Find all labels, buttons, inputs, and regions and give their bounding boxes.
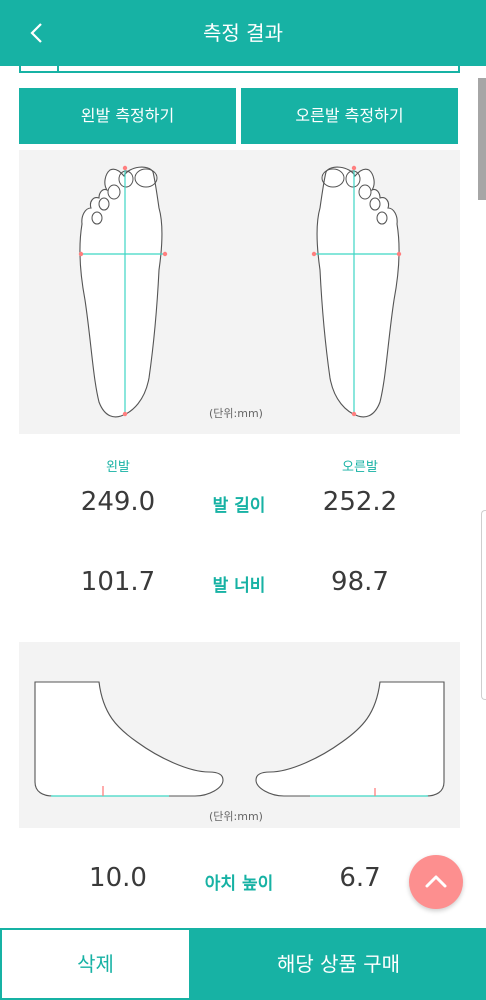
chevron-up-icon <box>425 875 447 888</box>
screen: 측정 결과 왼발 측정하기 오른발 측정하기 (단위:mm) 왼발 오른발 24… <box>0 0 486 1000</box>
side-unit-label: (단위:mm) <box>209 810 263 823</box>
foot-sole-diagram: (단위:mm) <box>19 150 460 434</box>
side-handle[interactable] <box>481 510 486 700</box>
previous-content-box <box>19 60 460 73</box>
right-foot-label: 오른발 <box>342 460 378 475</box>
scroll-to-top-button[interactable] <box>409 855 463 909</box>
left-foot-width-value: 101.7 <box>80 567 156 597</box>
right-foot-width-value: 98.7 <box>331 567 389 597</box>
right-foot-length-value: 252.2 <box>322 487 398 517</box>
measure-left-foot-button[interactable]: 왼발 측정하기 <box>19 88 236 144</box>
chevron-left-icon <box>30 23 42 43</box>
page-title: 측정 결과 <box>203 21 283 45</box>
back-button[interactable] <box>22 18 52 48</box>
foot-width-label: 발 너비 <box>212 576 266 596</box>
left-foot-sole-image <box>78 165 402 418</box>
sole-unit-label: (단위:mm) <box>209 407 263 420</box>
app-header: 측정 결과 <box>0 0 486 66</box>
left-foot-label: 왼발 <box>106 460 130 475</box>
buy-product-button[interactable]: 해당 상품 구매 <box>191 928 486 1000</box>
foot-side-diagram: (단위:mm) <box>19 642 460 828</box>
foot-length-label: 발 길이 <box>212 496 266 516</box>
delete-button[interactable]: 삭제 <box>0 928 191 1000</box>
scrollbar-thumb[interactable] <box>478 78 486 200</box>
left-arch-height-value: 10.0 <box>89 863 147 893</box>
measure-right-foot-button[interactable]: 오른발 측정하기 <box>241 88 458 144</box>
left-foot-length-value: 249.0 <box>80 487 156 517</box>
bottom-action-bar: 삭제 해당 상품 구매 <box>0 928 486 1000</box>
foot-side-image <box>34 681 445 797</box>
arch-height-label: 아치 높이 <box>204 874 274 894</box>
